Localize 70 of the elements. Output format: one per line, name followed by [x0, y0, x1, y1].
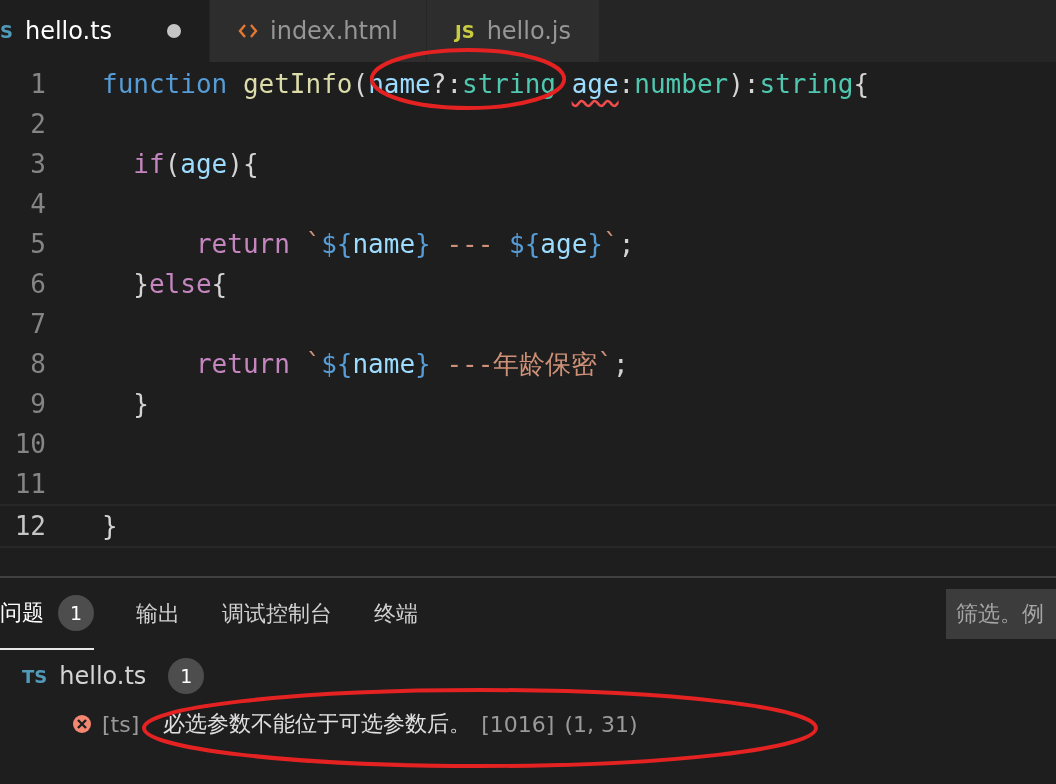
- file-type-icon: JS: [454, 20, 475, 42]
- filter-field[interactable]: 筛选。例: [946, 589, 1056, 639]
- code-keyword: ${: [321, 348, 353, 379]
- type-name: string: [462, 69, 557, 99]
- control-keyword: return: [194, 348, 291, 379]
- error-code: [1016]: [481, 711, 555, 737]
- line-number: 2: [29, 109, 46, 139]
- variable-name: age: [180, 149, 228, 179]
- code-punctuation: }: [132, 389, 149, 419]
- variable-name: name: [352, 229, 416, 259]
- string-literal: `: [602, 229, 619, 259]
- editor-tab[interactable]: S hello.ts: [0, 0, 210, 62]
- function-name: getInfo: [242, 69, 353, 99]
- line-number: 11: [13, 469, 46, 499]
- panel-tab[interactable]: 终端: [374, 578, 418, 650]
- panel-tab[interactable]: 调试控制台: [222, 578, 332, 650]
- code-punctuation: ){: [227, 149, 259, 179]
- line-number: 10: [13, 429, 46, 459]
- code-punctuation: ?:: [430, 69, 463, 99]
- line-number: 8: [29, 349, 46, 379]
- line-number: 3: [29, 149, 46, 179]
- control-keyword: else: [148, 269, 212, 299]
- variable-name: age: [540, 229, 588, 259]
- code-keyword: ${: [509, 229, 541, 259]
- line-number: 1: [29, 69, 46, 99]
- code-punctuation: {: [211, 269, 228, 299]
- file-type-icon: TS: [22, 665, 48, 687]
- panel-tab[interactable]: 输出: [136, 578, 180, 650]
- code-punctuation: {: [853, 69, 870, 99]
- line-number: 4: [29, 189, 46, 219]
- file-name[interactable]: hello.ts: [59, 662, 147, 690]
- panel-tab[interactable]: 问题 1: [0, 578, 94, 650]
- line-number: 7: [29, 309, 46, 339]
- error-position: (1, 31): [564, 711, 638, 737]
- line-number: 9: [29, 389, 46, 419]
- editor-tab[interactable]: index.html: [210, 0, 427, 62]
- string-literal: ---: [445, 229, 495, 259]
- unsaved-dot-icon: [167, 24, 181, 38]
- code-punctuation: }: [132, 269, 149, 299]
- control-keyword: if: [132, 149, 165, 179]
- type-name: string: [759, 69, 854, 99]
- code-punctuation: ;: [618, 229, 635, 259]
- line-number: 12: [13, 511, 46, 541]
- string-literal: `: [305, 229, 322, 259]
- problem-source: [ts]: [102, 711, 140, 737]
- variable-name: name: [352, 348, 416, 379]
- problem-message: 必选参数不能位于可选参数后。: [163, 710, 472, 738]
- code-keyword: }: [587, 229, 603, 259]
- code-punctuation: (: [164, 149, 181, 179]
- variable-name: age: [571, 69, 619, 99]
- code-keyword: function: [102, 69, 229, 99]
- file-type-icon: S: [0, 20, 13, 42]
- code-punctuation: ;: [613, 348, 629, 379]
- code-punctuation: }: [102, 511, 118, 541]
- line-number: 6: [29, 269, 46, 299]
- problem-item[interactable]: [ts] 必选参数不能位于可选参数后。 [1016] (1, 31): [0, 702, 1056, 746]
- string-literal: `: [305, 348, 322, 379]
- code-keyword: ${: [321, 229, 353, 259]
- code-keyword: }: [415, 229, 431, 259]
- code-punctuation: (: [352, 69, 369, 99]
- code-punctuation: ):: [728, 69, 760, 99]
- line-number: 5: [29, 229, 46, 259]
- string-literal: ---年龄保密`: [445, 348, 614, 379]
- count-badge: 1: [58, 595, 94, 631]
- editor-tab[interactable]: JS hello.js: [426, 0, 600, 62]
- control-keyword: return: [194, 229, 291, 259]
- code-keyword: }: [415, 348, 431, 379]
- type-name: number: [634, 69, 729, 99]
- count-badge: 1: [168, 658, 205, 694]
- code-punctuation: :: [618, 69, 635, 99]
